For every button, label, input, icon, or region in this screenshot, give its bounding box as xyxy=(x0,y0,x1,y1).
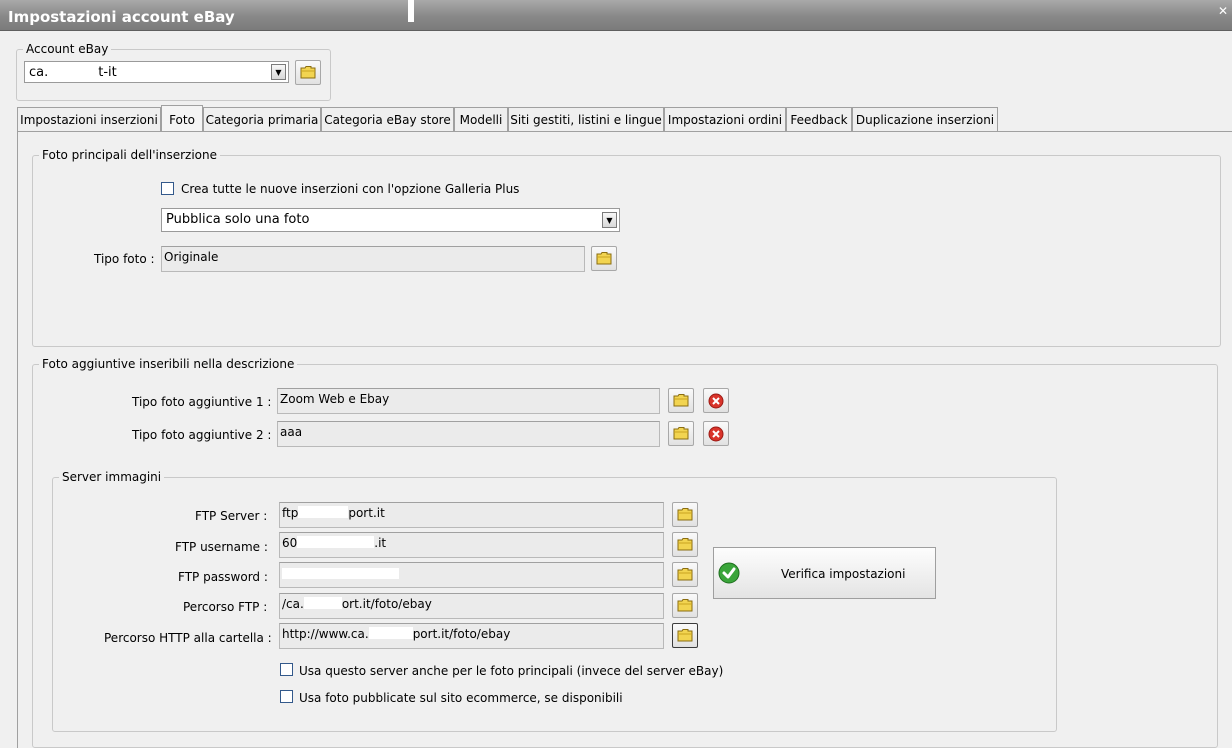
delete-icon xyxy=(708,393,724,409)
ftp-username-browse-button[interactable] xyxy=(672,532,698,557)
additional-photos-legend: Foto aggiuntive inseribili nella descriz… xyxy=(42,357,295,371)
gallery-plus-checkbox[interactable] xyxy=(161,182,174,195)
ftp-path-value: /ca. ort.it/foto/ebay xyxy=(282,597,432,611)
delete-icon xyxy=(708,426,724,442)
additional-type1-label: Tipo foto aggiuntive 1 : xyxy=(132,395,272,409)
publish-option-value: Pubblica solo una foto xyxy=(166,212,310,227)
photo-type-field[interactable]: Originale xyxy=(161,246,585,272)
tab-label: Impostazioni ordini xyxy=(667,113,783,127)
additional-type2-value: aaa xyxy=(280,425,303,439)
window-title: Impostazioni account eBay xyxy=(8,8,235,26)
ftp-server-browse-button[interactable] xyxy=(672,502,698,527)
title-bar: Impostazioni account eBay ✕ xyxy=(0,0,1232,31)
ftp-server-label: FTP Server : xyxy=(195,509,268,523)
additional-type2-label: Tipo foto aggiuntive 2 : xyxy=(132,428,272,442)
folder-icon xyxy=(677,599,693,612)
tab-categoria-primaria[interactable]: Categoria primaria xyxy=(203,107,321,131)
additional-type1-browse-button[interactable] xyxy=(668,388,694,413)
tab-impostazioni-ordini[interactable]: Impostazioni ordini xyxy=(664,107,786,131)
tab-label: Categoria primaria xyxy=(205,113,319,127)
additional-type1-field[interactable]: Zoom Web e Ebay xyxy=(277,388,660,414)
use-ecommerce-label: Usa foto pubblicate sul sito ecommerce, … xyxy=(299,691,623,705)
account-select-value: ca. t-it xyxy=(29,65,117,80)
folder-icon xyxy=(673,394,689,407)
tab-label: Impostazioni inserzioni xyxy=(20,113,158,127)
main-photos-legend: Foto principali dell'inserzione xyxy=(42,148,217,162)
tab-duplicazione-inserzioni[interactable]: Duplicazione inserzioni xyxy=(852,107,998,131)
http-path-field[interactable]: http://www.ca. port.it/foto/ebay xyxy=(279,623,664,649)
ftp-path-label: Percorso FTP : xyxy=(183,600,268,614)
tab-modelli[interactable]: Modelli xyxy=(454,107,508,131)
publish-option-select[interactable]: Pubblica solo una foto ▼ xyxy=(161,208,620,232)
ftp-server-field[interactable]: ftp port.it xyxy=(279,502,664,528)
use-ecommerce-checkbox[interactable] xyxy=(280,690,293,703)
account-legend: Account eBay xyxy=(26,42,109,56)
check-icon xyxy=(718,562,740,584)
use-for-main-checkbox[interactable] xyxy=(280,663,293,676)
tab-foto[interactable]: Foto xyxy=(161,105,203,132)
folder-icon xyxy=(673,427,689,440)
ftp-password-label: FTP password : xyxy=(178,570,268,584)
ftp-path-prefix: /ca. xyxy=(282,597,304,611)
tab-label: Duplicazione inserzioni xyxy=(855,113,995,127)
ftp-password-browse-button[interactable] xyxy=(672,562,698,587)
close-icon[interactable]: ✕ xyxy=(1218,4,1228,18)
additional-type1-clear-button[interactable] xyxy=(703,388,729,413)
verify-settings-label: Verifica impostazioni xyxy=(781,567,906,581)
account-select[interactable]: ca. t-it ▼ xyxy=(24,61,289,83)
tab-label: Modelli xyxy=(459,113,503,127)
use-for-main-label: Usa questo server anche per le foto prin… xyxy=(299,664,724,678)
gallery-plus-label: Crea tutte le nuove inserzioni con l'opz… xyxy=(181,182,520,196)
folder-icon xyxy=(677,538,693,551)
ftp-username-suffix: .it xyxy=(374,536,387,550)
tab-label: Feedback xyxy=(790,113,848,127)
http-path-browse-button[interactable] xyxy=(672,623,698,648)
folder-icon xyxy=(596,252,612,265)
ftp-server-value: ftp port.it xyxy=(282,506,385,520)
folder-icon xyxy=(300,66,316,79)
title-bar-marker xyxy=(408,0,414,22)
folder-icon xyxy=(677,629,693,642)
verify-settings-button[interactable]: Verifica impostazioni xyxy=(713,547,936,599)
ftp-path-suffix: ort.it/foto/ebay xyxy=(341,597,432,611)
image-server-legend: Server immagini xyxy=(62,470,162,484)
photo-type-browse-button[interactable] xyxy=(591,246,617,271)
tab-label: Foto xyxy=(169,113,195,127)
ftp-path-field[interactable]: /ca. ort.it/foto/ebay xyxy=(279,593,664,619)
tab-label: Siti gestiti, listini e lingue xyxy=(510,113,662,127)
chevron-down-icon[interactable]: ▼ xyxy=(602,212,617,228)
additional-type2-clear-button[interactable] xyxy=(703,421,729,446)
account-value-suffix: t-it xyxy=(98,65,117,80)
additional-type2-browse-button[interactable] xyxy=(668,421,694,446)
ftp-username-field[interactable]: 60 .it xyxy=(279,532,664,558)
ftp-password-field[interactable] xyxy=(279,562,664,588)
ftp-username-prefix: 60 xyxy=(282,536,298,550)
tab-categoria-ebay-store[interactable]: Categoria eBay store xyxy=(321,107,454,131)
http-path-label: Percorso HTTP alla cartella : xyxy=(104,631,272,645)
additional-type2-field[interactable]: aaa xyxy=(277,421,660,447)
tab-feedback[interactable]: Feedback xyxy=(786,107,852,131)
tab-impostazioni-inserzioni[interactable]: Impostazioni inserzioni xyxy=(17,107,161,131)
account-value-prefix: ca. xyxy=(29,65,49,80)
ftp-server-suffix: port.it xyxy=(348,506,385,520)
folder-icon xyxy=(677,508,693,521)
ftp-username-value: 60 .it xyxy=(282,536,386,550)
additional-type1-value: Zoom Web e Ebay xyxy=(280,392,390,406)
tab-siti-gestiti[interactable]: Siti gestiti, listini e lingue xyxy=(508,107,664,131)
http-path-suffix: port.it/foto/ebay xyxy=(412,627,511,641)
ftp-server-prefix: ftp xyxy=(282,506,299,520)
http-path-prefix: http://www.ca. xyxy=(282,627,369,641)
chevron-down-icon[interactable]: ▼ xyxy=(271,64,286,80)
ftp-username-label: FTP username : xyxy=(175,540,268,554)
http-path-value: http://www.ca. port.it/foto/ebay xyxy=(282,627,510,641)
ftp-password-masked xyxy=(282,568,399,579)
ftp-path-browse-button[interactable] xyxy=(672,593,698,618)
account-browse-button[interactable] xyxy=(295,60,321,85)
tab-label: Categoria eBay store xyxy=(324,113,451,127)
photo-type-value: Originale xyxy=(164,250,219,264)
folder-icon xyxy=(677,568,693,581)
photo-type-label: Tipo foto : xyxy=(94,252,155,266)
